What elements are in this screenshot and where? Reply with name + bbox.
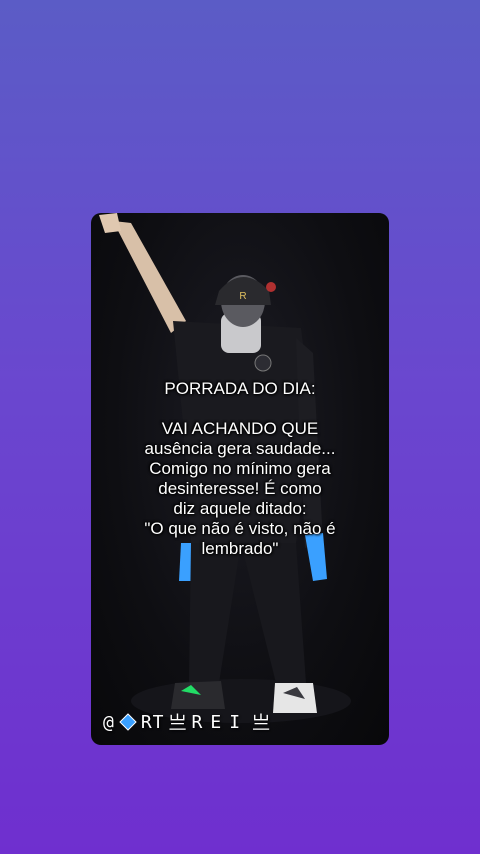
watermark: @ RT 亗 REI 亗 — [103, 709, 271, 735]
quote-line: "O que não é visto, não é — [144, 519, 336, 538]
quote-line: lembrado" — [201, 539, 279, 558]
watermark-brand: RT — [140, 711, 165, 733]
watermark-name: REI — [191, 711, 249, 733]
watermark-separator: 亗 — [168, 713, 188, 734]
watermark-at: @ — [103, 711, 115, 733]
quote-title: PORRADA DO DIA: — [164, 379, 316, 398]
video-card[interactable]: R PORRADA DO DIA: VAI ACHANDO QUE ausênc… — [91, 213, 389, 745]
quote-line: Comigo no mínimo gera — [149, 459, 331, 478]
quote-line: ausência gera saudade... — [144, 439, 336, 458]
quote-line: diz aquele ditado: — [173, 499, 307, 518]
quote-text: PORRADA DO DIA: VAI ACHANDO QUE ausência… — [91, 379, 389, 559]
quote-line: desinteresse! É como — [158, 479, 322, 498]
quote-line: VAI ACHANDO QUE — [161, 419, 319, 438]
blue-diamond-icon — [119, 713, 137, 731]
svg-text:R: R — [239, 291, 246, 302]
watermark-separator: 亗 — [252, 713, 272, 734]
